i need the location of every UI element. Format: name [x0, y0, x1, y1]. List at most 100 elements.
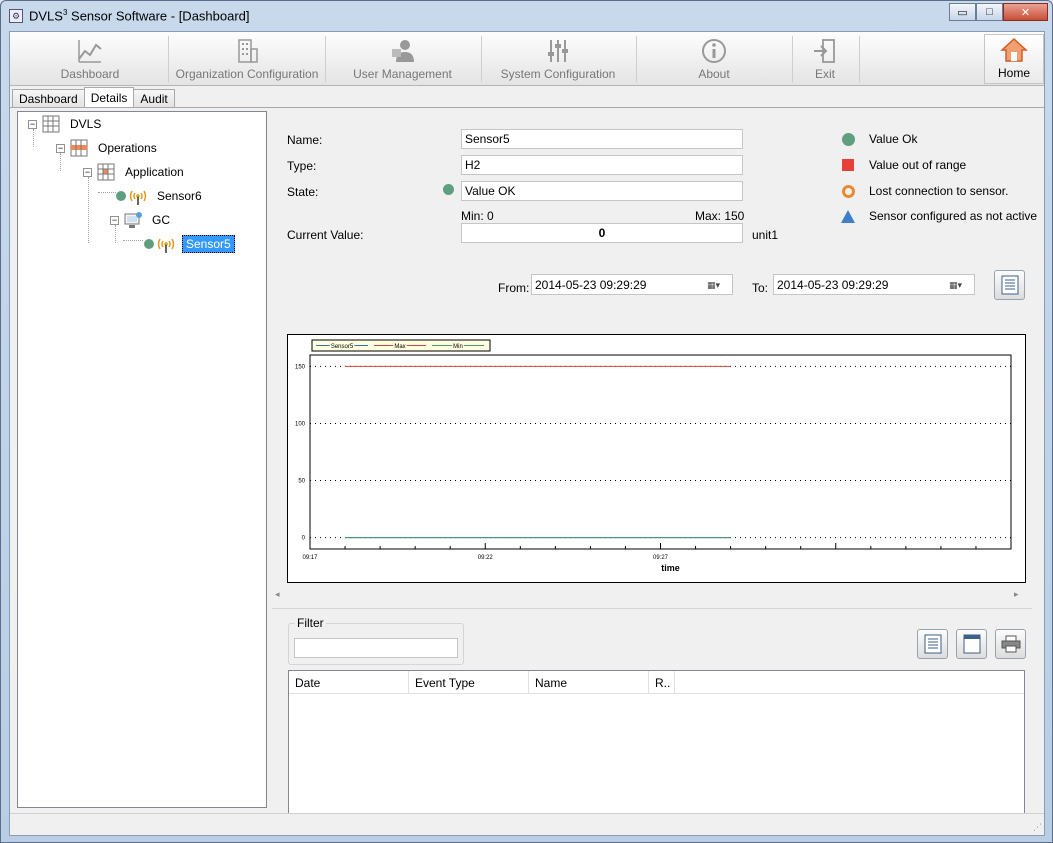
printer-icon	[1001, 635, 1020, 653]
triangle-icon	[841, 209, 855, 223]
window-controls: ▭ □ ✕	[949, 3, 1048, 21]
collapse-toggle[interactable]: −	[56, 143, 65, 153]
calendar-dropdown-icon[interactable]: ▦▾	[949, 278, 971, 292]
filter-group: Filter	[288, 616, 464, 665]
app-grid-icon	[97, 163, 115, 181]
building-icon	[238, 39, 258, 63]
title-prefix: DVLS	[29, 8, 63, 24]
toolbar-dashboard-button[interactable]: Dashboard	[55, 34, 125, 84]
state-ok-icon	[443, 184, 454, 195]
current-value-field[interactable]: 0	[461, 223, 743, 243]
toolbar-exit-button[interactable]: Exit	[805, 34, 845, 84]
type-label: Type:	[287, 159, 317, 173]
print-button[interactable]	[995, 629, 1026, 659]
column-header-event-type[interactable]: Event Type	[409, 671, 529, 693]
report-button[interactable]	[917, 629, 948, 659]
tab-audit[interactable]: Audit	[133, 89, 175, 108]
tab-strip: Dashboard Details Audit	[12, 87, 175, 108]
export-report-button[interactable]	[994, 270, 1025, 300]
tree-node-label-selected: Sensor5	[182, 235, 235, 253]
toolbar-separator	[636, 36, 637, 82]
toolbar-separator	[792, 36, 793, 82]
to-date-value: 2014-05-23 09:29:29	[777, 277, 889, 292]
sensor-chart: 0 50 100 150 09:17 09:22 09:27 time Sensor5 Max Mi…	[287, 334, 1026, 583]
grid-header: Date Event Type Name R..	[289, 671, 1024, 694]
circle-icon	[841, 132, 855, 146]
legend-out-of-range: Value out of range	[841, 158, 966, 172]
gc-icon	[124, 212, 142, 228]
tree-line	[88, 177, 89, 243]
toolbar-separator	[481, 36, 482, 82]
scroll-left-icon[interactable]: ◂	[275, 589, 280, 600]
toolbar-organization-button[interactable]: Organization Configuration	[172, 34, 322, 84]
collapse-toggle[interactable]: −	[110, 215, 119, 225]
from-label: From:	[498, 281, 530, 295]
section-divider	[272, 608, 1032, 609]
status-ok-icon	[116, 191, 126, 201]
resize-grip-icon[interactable]: ⋰	[1033, 822, 1042, 833]
tree-node-label: GC	[152, 213, 170, 227]
from-date-picker[interactable]: 2014-05-23 09:29:29 ▦▾	[531, 274, 733, 295]
main-toolbar: Dashboard Organization Configuration Use…	[10, 32, 1044, 86]
collapse-toggle[interactable]: −	[28, 119, 37, 129]
y-tick-label: 150	[295, 364, 306, 370]
name-field[interactable]: Sensor5	[461, 129, 743, 149]
legend-label: Sensor configured as not active	[869, 209, 1038, 223]
legend-not-active: Sensor configured as not active	[841, 209, 1037, 223]
column-header-date[interactable]: Date	[289, 671, 409, 693]
tab-dashboard[interactable]: Dashboard	[12, 89, 85, 108]
toolbar-label: Home	[997, 66, 1030, 80]
window-title: DVLS3 Sensor Software - [Dashboard]	[29, 8, 250, 23]
page-icon	[963, 634, 980, 654]
toolbar-separator	[168, 36, 169, 82]
state-field[interactable]: Value OK	[461, 181, 743, 201]
users-icon	[391, 40, 414, 62]
tree-node-gc[interactable]: − GC	[110, 209, 173, 231]
column-header-name[interactable]: Name	[529, 671, 649, 693]
legend-label: Value Ok	[869, 132, 918, 146]
y-tick-label: 50	[298, 479, 305, 485]
tree-node-application[interactable]: − Application	[83, 161, 187, 183]
tree-node-dvls[interactable]: − DVLS	[28, 113, 104, 135]
tree-node-sensor6[interactable]: Sensor6	[116, 185, 205, 207]
antenna-icon	[157, 238, 175, 253]
collapse-toggle[interactable]: −	[83, 167, 92, 177]
toolbar-user-management-button[interactable]: User Management	[340, 34, 465, 84]
column-header-r[interactable]: R..	[649, 671, 675, 693]
ring-icon	[841, 184, 855, 198]
toolbar-system-configuration-button[interactable]: System Configuration	[497, 34, 619, 84]
preview-button[interactable]	[956, 629, 987, 659]
organization-tree[interactable]: − DVLS − Operations − Application Sensor…	[17, 111, 267, 808]
exit-icon	[814, 39, 835, 63]
state-label: State:	[287, 185, 319, 199]
app-window: ⚙ DVLS3 Sensor Software - [Dashboard] ▭ …	[0, 0, 1053, 843]
sliders-icon	[548, 40, 568, 62]
legend-series-label: Max	[394, 344, 405, 350]
type-field[interactable]: H2	[461, 155, 743, 175]
to-date-picker[interactable]: 2014-05-23 09:29:29 ▦▾	[773, 274, 975, 295]
tree-node-label: Application	[125, 165, 184, 179]
x-tick-label: 09:17	[302, 555, 318, 561]
scroll-right-icon[interactable]: ▸	[1014, 589, 1019, 600]
toolbar-label: System Configuration	[500, 67, 616, 81]
tab-details[interactable]: Details	[83, 87, 135, 108]
tree-node-operations[interactable]: − Operations	[56, 137, 160, 159]
toolbar-label: Exit	[814, 67, 835, 81]
events-grid[interactable]: Date Event Type Name R..	[288, 670, 1025, 829]
title-bar[interactable]: ⚙ DVLS3 Sensor Software - [Dashboard] ▭ …	[1, 1, 1052, 31]
close-button[interactable]: ✕	[1003, 3, 1048, 21]
legend-label: Value out of range	[869, 158, 967, 172]
toolbar-label: Organization Configuration	[175, 67, 319, 81]
toolbar-home-button[interactable]: Home	[984, 34, 1044, 84]
legend-series-label: Sensor5	[331, 344, 354, 350]
filter-input[interactable]	[294, 638, 458, 658]
calendar-dropdown-icon[interactable]: ▦▾	[707, 278, 729, 292]
toolbar-about-button[interactable]: About	[682, 34, 746, 84]
client-area: Dashboard Organization Configuration Use…	[9, 31, 1045, 836]
maximize-button[interactable]: □	[976, 3, 1003, 21]
legend-label: Lost connection to sensor.	[869, 184, 1009, 198]
minimize-button[interactable]: ▭	[949, 3, 976, 21]
plot-area	[309, 354, 1012, 550]
home-icon	[1000, 37, 1028, 62]
tree-node-sensor5[interactable]: Sensor5	[144, 233, 235, 255]
